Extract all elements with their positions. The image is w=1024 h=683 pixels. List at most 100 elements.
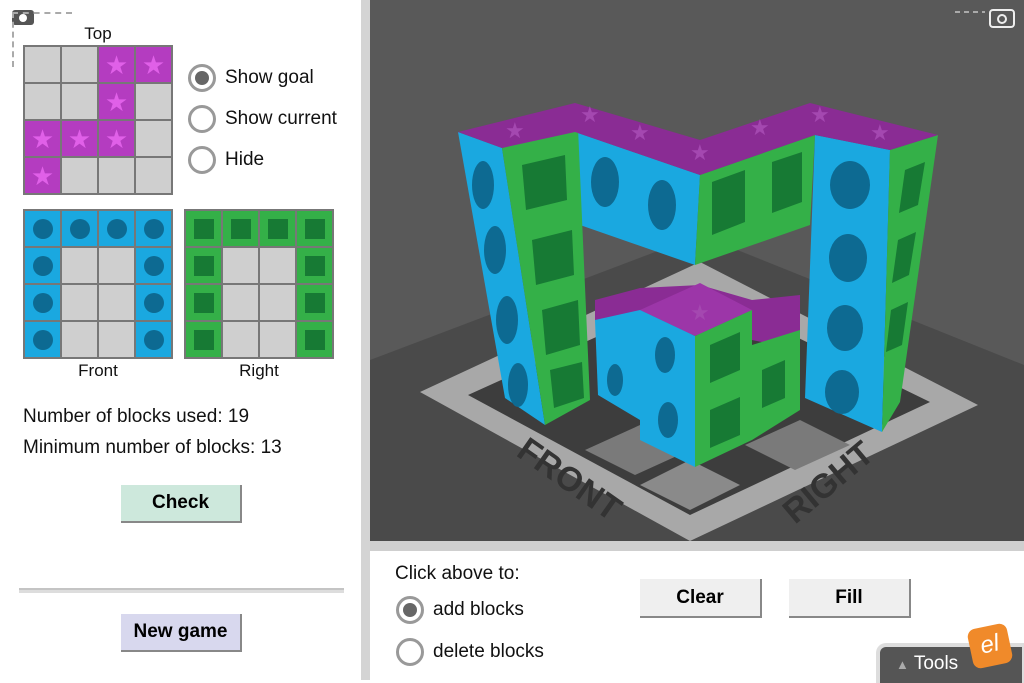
circle-icon [591, 157, 619, 207]
star-icon: ★ [810, 102, 830, 127]
square-cell [186, 211, 221, 246]
star-cell: ★ [99, 84, 134, 119]
star-cell: ★ [25, 121, 60, 156]
tools-label: Tools [913, 653, 959, 674]
circle-icon [472, 161, 494, 209]
circle-cell [136, 322, 171, 357]
empty-cell [62, 285, 97, 320]
empty-cell [223, 322, 258, 357]
empty-cell [99, 285, 134, 320]
circle-cell [99, 211, 134, 246]
square-cell [297, 322, 332, 357]
empty-cell [25, 47, 60, 82]
delete-blocks-radio[interactable]: delete blocks [396, 638, 544, 666]
empty-cell [25, 84, 60, 119]
radio-label: Show current [225, 108, 337, 129]
star-cell: ★ [136, 47, 171, 82]
empty-cell [99, 158, 134, 193]
circle-icon [655, 337, 675, 373]
blocks-used-text: Number of blocks used: 19 [23, 406, 250, 427]
star-cell: ★ [99, 47, 134, 82]
radio-indicator [396, 596, 424, 624]
triangle-up-icon: ▲ [896, 657, 909, 672]
star-icon: ★ [630, 120, 650, 145]
empty-cell [62, 322, 97, 357]
new-game-button[interactable]: New game [121, 614, 242, 652]
min-blocks-text: Minimum number of blocks: 13 [23, 437, 282, 458]
show-goal-radio[interactable]: Show goal [188, 64, 314, 92]
circle-icon [496, 296, 518, 344]
top-view-label: Top [84, 24, 112, 43]
star-icon: ★ [505, 118, 525, 143]
radio-indicator [188, 64, 216, 92]
empty-cell [62, 84, 97, 119]
empty-cell [99, 248, 134, 283]
3d-scene[interactable]: FRONT RIGHT ★ ★ ★ ★ ★ ★ ★ ★ [370, 0, 1024, 541]
show-current-radio[interactable]: Show current [188, 105, 337, 133]
circle-icon [508, 363, 528, 407]
empty-cell [136, 84, 171, 119]
star-cell: ★ [62, 121, 97, 156]
circle-icon [827, 305, 863, 351]
star-icon: ★ [580, 102, 600, 127]
star-icon: ★ [870, 120, 890, 145]
circle-icon [658, 402, 678, 438]
square-cell [260, 211, 295, 246]
radio-label: Hide [225, 149, 265, 170]
radio-indicator [188, 146, 216, 174]
block-face-blue [640, 310, 695, 467]
front-view-grid [23, 209, 173, 359]
right-view-label: Right [239, 361, 279, 380]
square-cell [186, 322, 221, 357]
star-cell: ★ [99, 121, 134, 156]
empty-cell [62, 158, 97, 193]
radio-label: Show goal [225, 67, 314, 88]
empty-cell [260, 285, 295, 320]
empty-cell [62, 47, 97, 82]
circle-icon [484, 226, 506, 274]
circle-cell [62, 211, 97, 246]
star-cell: ★ [25, 158, 60, 193]
star-icon: ★ [750, 115, 770, 140]
divider [19, 588, 344, 593]
right-view-grid [184, 209, 334, 359]
empty-cell [62, 248, 97, 283]
check-button[interactable]: Check [121, 485, 242, 523]
circle-icon [829, 234, 867, 282]
radio-label: add blocks [433, 599, 524, 620]
circle-cell [136, 248, 171, 283]
hide-radio[interactable]: Hide [188, 146, 264, 174]
empty-cell [260, 322, 295, 357]
explorelearning-logo: el [966, 622, 1014, 670]
star-icon: ★ [690, 140, 710, 165]
scene-bottom-border [370, 541, 1024, 551]
top-view-grid: ★ ★ ★ ★ ★ ★ ★ [23, 45, 173, 195]
radio-indicator [396, 638, 424, 666]
radio-indicator [188, 105, 216, 133]
circle-icon [607, 364, 623, 396]
circle-cell [25, 322, 60, 357]
radio-label: delete blocks [433, 641, 544, 662]
mode-prompt: Click above to: [395, 563, 520, 584]
square-cell [223, 211, 258, 246]
front-view-label: Front [78, 361, 118, 380]
circle-cell [25, 248, 60, 283]
circle-icon [830, 161, 870, 209]
empty-cell [136, 121, 171, 156]
circle-cell [136, 285, 171, 320]
add-blocks-radio[interactable]: add blocks [396, 596, 524, 624]
star-icon: ★ [690, 300, 710, 325]
empty-cell [223, 248, 258, 283]
clear-button[interactable]: Clear [640, 579, 762, 618]
square-cell [297, 248, 332, 283]
circle-icon [648, 180, 676, 230]
circle-icon [825, 370, 859, 414]
circle-cell [25, 285, 60, 320]
square-cell [186, 285, 221, 320]
fill-button[interactable]: Fill [789, 579, 911, 618]
circle-cell [25, 211, 60, 246]
square-cell [297, 211, 332, 246]
empty-cell [260, 248, 295, 283]
square-cell [297, 285, 332, 320]
circle-cell [136, 211, 171, 246]
